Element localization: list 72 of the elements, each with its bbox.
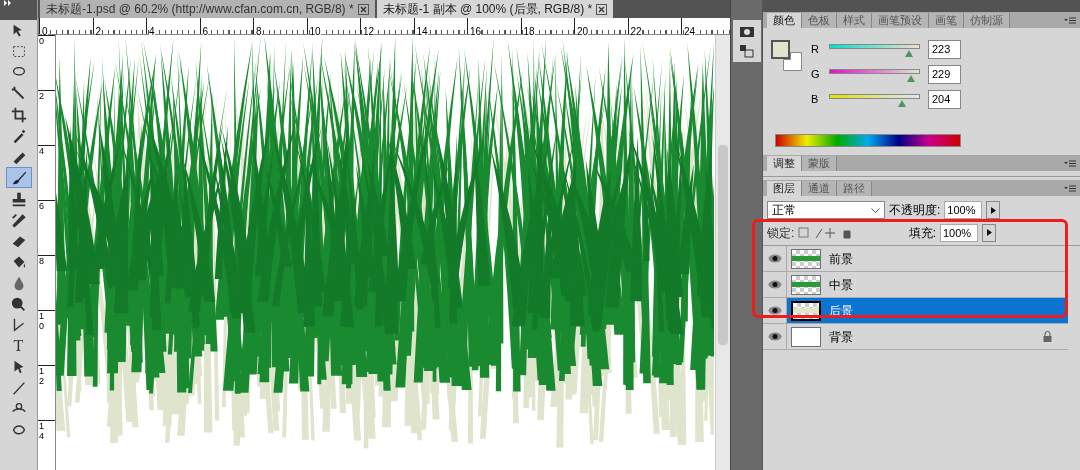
fill-arrow-button[interactable]	[982, 223, 996, 242]
tool-button[interactable]	[5, 167, 32, 188]
triangle-icon	[990, 206, 996, 214]
triangle-icon	[986, 229, 992, 236]
lock-label: 锁定:	[767, 224, 795, 242]
layer-thumbnail	[791, 326, 821, 347]
ruler-label: 0	[39, 36, 45, 46]
camera-icon[interactable]	[738, 24, 755, 38]
layer-thumbnail	[791, 300, 821, 321]
ruler-label: 14	[39, 421, 45, 441]
collapse-icon[interactable]	[4, 0, 12, 6]
channel-value-field[interactable]: 223	[928, 40, 961, 59]
panel-tab[interactable]: 蒙版	[802, 156, 837, 171]
eye-icon[interactable]	[767, 254, 782, 263]
color-spectrum[interactable]	[775, 134, 961, 147]
opacity-field[interactable]: 100%	[944, 201, 983, 219]
color-slider[interactable]	[829, 91, 920, 108]
panel-tab[interactable]: 样式	[837, 13, 872, 28]
channel-label: B	[811, 92, 820, 108]
ruler-label: 12	[39, 366, 45, 386]
panel-tab[interactable]: 色板	[802, 13, 837, 28]
scrollbar[interactable]	[715, 35, 730, 470]
close-icon[interactable]	[596, 3, 608, 15]
crop-icon	[9, 105, 28, 124]
document-tab[interactable]: 未标题-1.psd @ 60.2% (http://www.cfan.com.cn, RGB/8) *	[40, 0, 375, 18]
layer-row[interactable]: 背景	[763, 324, 1068, 350]
panel-tab[interactable]: 颜色	[767, 13, 802, 28]
ruler-label: 10	[39, 311, 45, 331]
document-tab[interactable]: 未标题-1 副本 @ 100% (后景, RGB/8) *	[376, 0, 614, 18]
foreground-swatch[interactable]	[771, 40, 790, 59]
panel-menu-icon[interactable]	[1064, 160, 1076, 167]
channel-value-field[interactable]: 229	[928, 65, 961, 84]
layer-row[interactable]: 前景	[763, 246, 1068, 272]
slider-thumb[interactable]	[904, 49, 913, 57]
panel-tab[interactable]: 画笔	[929, 13, 964, 28]
panel-tab[interactable]: 调整	[767, 156, 802, 171]
opacity-arrow-button[interactable]	[986, 201, 1001, 219]
slider-thumb[interactable]	[906, 74, 915, 82]
eye-icon[interactable]	[767, 306, 782, 315]
panel-tab[interactable]: 画笔预设	[872, 13, 929, 28]
chevron-icon	[871, 207, 880, 213]
color-slider[interactable]	[829, 41, 920, 58]
panel-tab[interactable]: 图层	[767, 181, 802, 196]
adjust-icon[interactable]	[738, 44, 755, 58]
channel-label: G	[811, 67, 821, 83]
layer-name: 中景	[829, 276, 853, 294]
channel-label: R	[811, 42, 820, 58]
ruler-label: 8	[39, 256, 45, 266]
eye-icon[interactable]	[767, 332, 782, 341]
panel-menu-icon[interactable]	[1064, 185, 1076, 192]
close-icon[interactable]	[357, 3, 369, 15]
layer-thumbnail	[791, 248, 821, 269]
layer-name: 前景	[829, 250, 853, 268]
slider-thumb[interactable]	[897, 99, 906, 107]
ruler-label: 4	[39, 146, 45, 156]
fill-label: 填充:	[908, 224, 936, 242]
type-tool[interactable]: T	[5, 335, 32, 356]
panel-tab[interactable]: 通道	[802, 181, 837, 196]
panel-tab[interactable]: 路径	[837, 181, 872, 196]
fill-field[interactable]: 100%	[940, 223, 978, 242]
layer-thumbnail	[791, 274, 821, 295]
eye-icon[interactable]	[767, 280, 782, 289]
ruler-label: 2	[39, 91, 45, 101]
color-slider[interactable]	[829, 66, 920, 83]
layer-row[interactable]: 中景	[763, 272, 1068, 298]
channel-value-field[interactable]: 204	[928, 90, 961, 109]
panel-tab[interactable]: 仿制源	[964, 13, 1010, 28]
layer-name: 背景	[829, 328, 853, 346]
ruler-label: 6	[39, 201, 45, 211]
panel-menu-icon[interactable]	[1064, 17, 1076, 24]
blend-mode-dropdown[interactable]: 正常	[767, 201, 885, 219]
opacity-label: 不透明度:	[889, 202, 941, 219]
